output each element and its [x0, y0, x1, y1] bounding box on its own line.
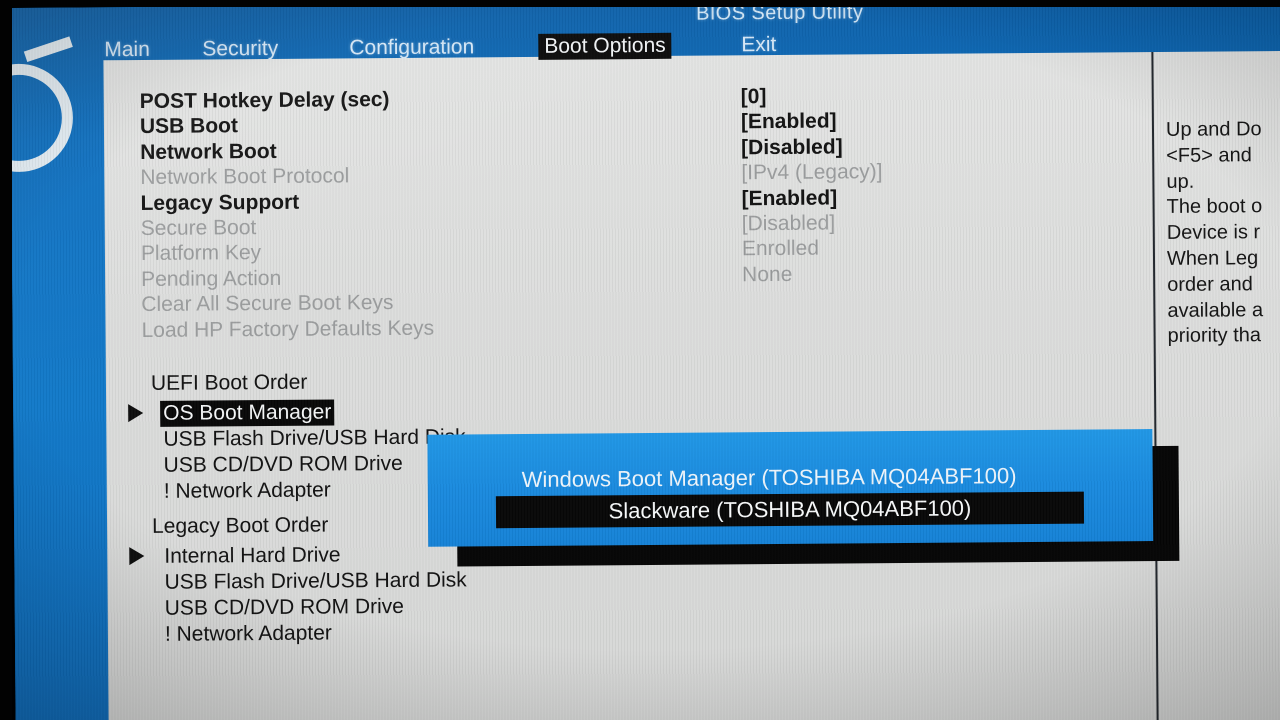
setting-value[interactable]: [Enabled]: [741, 110, 837, 135]
bios-screen-photo: BIOS Setup Utility Main Security Configura…: [0, 0, 1280, 720]
setting-value[interactable]: [0]: [741, 85, 767, 109]
help-text-line: The boot o: [1166, 195, 1263, 219]
uefi-boot-label: USB CD/DVD ROM Drive: [163, 451, 403, 477]
boot-popup-entry[interactable]: Windows Boot Manager (TOSHIBA MQ04ABF100…: [516, 460, 1023, 496]
help-text-line: available a: [1167, 298, 1264, 322]
setting-value[interactable]: [Disabled]: [741, 135, 843, 160]
legacy-boot-order-title: Legacy Boot Order: [151, 513, 329, 538]
boot-selection-popup[interactable]: Windows Boot Manager (TOSHIBA MQ04ABF100…: [427, 429, 1154, 547]
legacy-boot-label: ! Network Adapter: [164, 621, 332, 646]
setting-value[interactable]: [Disabled]: [742, 211, 836, 236]
setting-label: Clear All Secure Boot Keys: [141, 291, 394, 317]
setting-label: Platform Key: [140, 241, 262, 266]
help-text-line: Device is r: [1166, 221, 1261, 245]
uefi-boot-label: OS Boot Manager: [160, 399, 335, 427]
legacy-boot-label: Internal Hard Drive: [164, 543, 341, 568]
setting-label: Secure Boot: [140, 216, 257, 240]
boot-popup-entry-selected[interactable]: Slackware (TOSHIBA MQ04ABF100): [495, 491, 1085, 529]
setting-value[interactable]: None: [742, 263, 792, 287]
selection-arrow-icon: [128, 403, 144, 423]
tab-exit[interactable]: Exit: [735, 32, 782, 58]
setting-value[interactable]: [IPv4 (Legacy)]: [741, 160, 882, 185]
tab-main[interactable]: Main: [98, 37, 156, 63]
selection-arrow-icon: [129, 546, 145, 566]
legacy-boot-label: USB Flash Drive/USB Hard Disk: [164, 568, 467, 594]
setting-value[interactable]: [Enabled]: [741, 186, 837, 211]
uefi-boot-label: USB Flash Drive/USB Hard Disk: [163, 425, 466, 451]
help-text-line: When Leg: [1166, 247, 1259, 270]
panel-divider: [1151, 52, 1159, 720]
setting-label: Network Boot Protocol: [140, 164, 350, 190]
legacy-boot-label: USB CD/DVD ROM Drive: [164, 594, 404, 620]
tab-security[interactable]: Security: [196, 36, 284, 63]
setting-label: Legacy Support: [140, 190, 300, 215]
help-text-line: Up and Do: [1165, 118, 1262, 141]
setting-label: Pending Action: [141, 266, 282, 291]
setting-label: USB Boot: [139, 114, 239, 139]
tab-boot-options[interactable]: Boot Options: [538, 32, 672, 60]
setting-label: Network Boot: [140, 139, 277, 164]
help-description-panel: Up and Do <F5> and up. The boot o Device is …: [1166, 116, 1280, 350]
tab-configuration[interactable]: Configuration: [343, 34, 480, 61]
screen-bezel-top: [0, 0, 1280, 7]
help-text-line: order and: [1167, 273, 1253, 296]
uefi-boot-order-group: UEFI Boot Order OS Boot Manager USB Flash…: [106, 367, 826, 503]
uefi-boot-order-title: UEFI Boot Order: [150, 370, 308, 395]
setting-label: POST Hotkey Delay (sec): [139, 88, 390, 113]
setting-value[interactable]: Enrolled: [742, 237, 819, 262]
content-panel: POST Hotkey Delay (sec) [0] USB Boot [Enabl…: [103, 50, 1280, 720]
help-text-line: <F5> and: [1166, 144, 1252, 167]
help-text-line: up.: [1166, 170, 1195, 193]
uefi-boot-label: ! Network Adapter: [163, 478, 331, 503]
screen-bezel-left: [0, 0, 12, 720]
help-text-line: priority tha: [1167, 324, 1262, 348]
setting-label: Load HP Factory Defaults Keys: [141, 316, 435, 342]
bios-setup-utility-screen: BIOS Setup Utility Main Security Configura…: [10, 0, 1280, 720]
settings-list: POST Hotkey Delay (sec) [0] USB Boot [Enabl…: [140, 83, 1072, 344]
